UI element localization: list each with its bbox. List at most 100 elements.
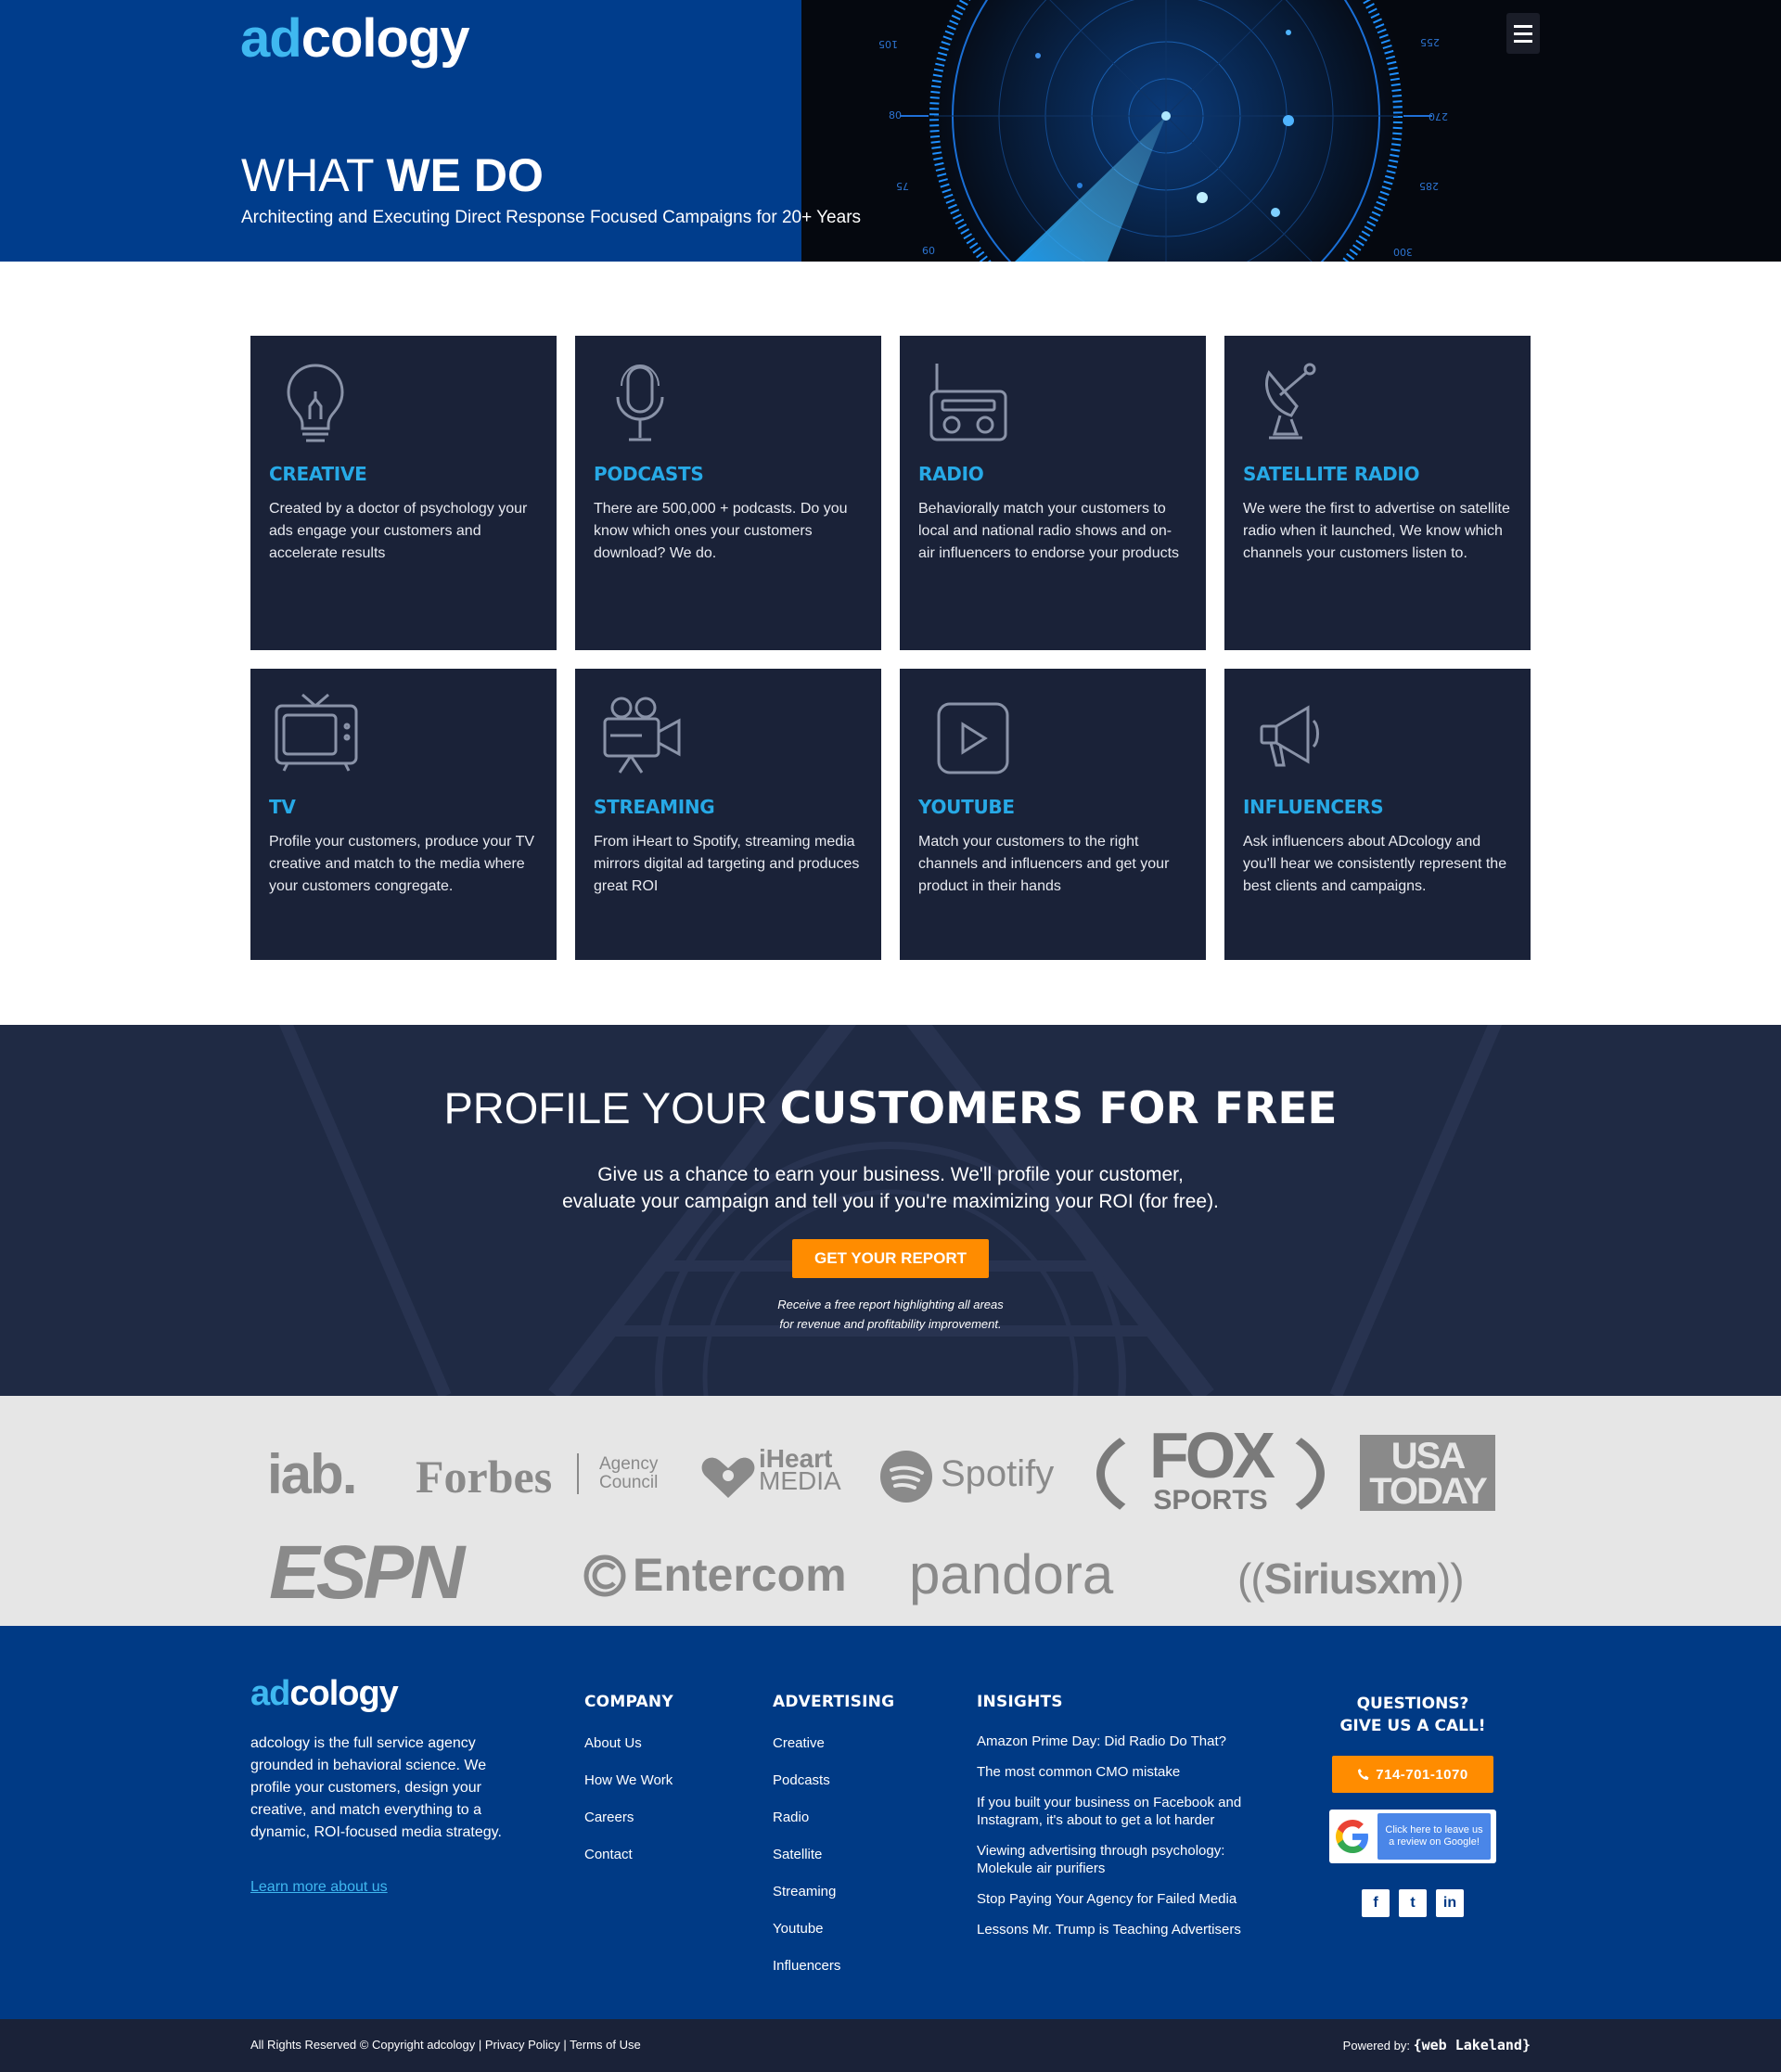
- today-text: TODAY: [1369, 1471, 1488, 1512]
- powered-by-label: Powered by:: [1342, 2039, 1410, 2053]
- radar-label: 80: [889, 109, 902, 122]
- footer-link-how-we-work[interactable]: How We Work: [584, 1771, 673, 1809]
- fox-text: FOX: [1149, 1419, 1275, 1491]
- hamburger-menu-icon[interactable]: [1506, 13, 1540, 54]
- page-subtitle: Architecting and Executing Direct Respon…: [241, 208, 862, 227]
- phone-button[interactable]: 714-701-1070: [1332, 1756, 1493, 1793]
- footer-insight-link[interactable]: Amazon Prime Day: Did Radio Do That?: [977, 1733, 1274, 1750]
- usa-text: USA: [1390, 1436, 1466, 1477]
- footer-link-creative[interactable]: Creative: [773, 1734, 894, 1771]
- footer-link-influencers[interactable]: Influencers: [773, 1957, 894, 1994]
- microphone-icon: [616, 364, 664, 441]
- radar-label: 255: [1420, 36, 1440, 48]
- google-icon: [1329, 1813, 1376, 1860]
- powered-by-brand: {web Lakeland}: [1413, 2037, 1531, 2053]
- megaphone-icon: [1260, 705, 1319, 767]
- service-card-satellite-radio[interactable]: SATELLITE RADIO We were the first to adv…: [1224, 336, 1531, 650]
- copyright-text[interactable]: All Rights Reserved © Copyright adcology…: [250, 2038, 641, 2052]
- service-card-radio[interactable]: RADIO Behaviorally match your customers …: [900, 336, 1206, 650]
- service-title: PODCASTS: [594, 463, 704, 485]
- footer-link-radio[interactable]: Radio: [773, 1809, 894, 1846]
- iab-logo: iab.: [267, 1443, 357, 1505]
- footer-link-careers[interactable]: Careers: [584, 1809, 673, 1846]
- profile-title-light: PROFILE YOUR: [443, 1083, 768, 1132]
- forbes-council-text: Council: [599, 1473, 659, 1492]
- forbes-agency-text: Agency: [599, 1454, 659, 1474]
- page-title-light: WHAT: [241, 149, 374, 201]
- service-card-podcasts[interactable]: PODCASTS There are 500,000 + podcasts. D…: [575, 336, 881, 650]
- radar-label: 270: [1429, 110, 1448, 122]
- page-title: WHAT WE DO: [241, 148, 544, 202]
- footer-insight-link[interactable]: The most common CMO mistake: [977, 1763, 1274, 1781]
- google-review-line: a review on Google!: [1389, 1836, 1480, 1848]
- iheart-media-text: MEDIA: [759, 1466, 841, 1495]
- hero-banner: 105 80 75 60 255 270 285 300 adcology WH…: [0, 0, 1781, 262]
- footer-column-title: COMPANY: [584, 1693, 673, 1711]
- entercom-logo: Entercom: [633, 1549, 847, 1601]
- footer-link-about-us[interactable]: About Us: [584, 1734, 673, 1771]
- service-description: From iHeart to Spotify, streaming media …: [594, 834, 860, 894]
- service-title: INFLUENCERS: [1243, 796, 1384, 818]
- twitter-icon[interactable]: t: [1399, 1889, 1427, 1917]
- service-title: CREATIVE: [269, 463, 367, 485]
- footer-link-contact[interactable]: Contact: [584, 1846, 673, 1883]
- logo-rest-text: cology: [301, 8, 470, 69]
- google-review-button[interactable]: Click here to leave us a review on Google…: [1329, 1810, 1496, 1863]
- footer-link-satellite[interactable]: Satellite: [773, 1846, 894, 1883]
- iheart-logo: iHeart MEDIA: [759, 1446, 841, 1495]
- service-card-youtube[interactable]: YOUTUBE Match your customers to the righ…: [900, 669, 1206, 960]
- logo-ad-text: ad: [240, 8, 302, 69]
- service-card-creative[interactable]: CREATIVE Created by a doctor of psycholo…: [250, 336, 557, 650]
- radar-label: 285: [1419, 180, 1439, 192]
- facebook-icon[interactable]: f: [1362, 1889, 1390, 1917]
- footer-insight-link[interactable]: Lessons Mr. Trump is Teaching Advertiser…: [977, 1921, 1274, 1938]
- footer-insight-link[interactable]: If you built your business on Facebook a…: [977, 1794, 1274, 1829]
- service-description: Ask influencers about ADcology and you'l…: [1243, 834, 1507, 894]
- footer-about-text: adcology is the full service agency grou…: [250, 1735, 502, 1840]
- footer-advertising-column: ADVERTISING Creative Podcasts Radio Sate…: [773, 1693, 894, 1994]
- profile-note: Receive a free report highlighting all a…: [0, 1295, 1781, 1334]
- service-description: Behaviorally match your customers to loc…: [918, 501, 1180, 561]
- service-title: TV: [269, 796, 296, 818]
- footer-logo[interactable]: adcology: [250, 1674, 399, 1714]
- lightbulb-icon: [287, 364, 344, 442]
- logo-rest-text: cology: [289, 1674, 398, 1713]
- spotify-icon: [880, 1451, 932, 1503]
- phone-icon: [1358, 1769, 1369, 1780]
- radar-image: 105 80 75 60 255 270 285 300: [801, 0, 1781, 262]
- footer-link-podcasts[interactable]: Podcasts: [773, 1771, 894, 1809]
- footer-insight-link[interactable]: Stop Paying Your Agency for Failed Media: [977, 1890, 1274, 1908]
- service-description: We were the first to advertise on satell…: [1243, 501, 1510, 561]
- powered-by[interactable]: Powered by: {web Lakeland}: [1343, 2037, 1531, 2053]
- page-title-bold: WE DO: [386, 149, 544, 201]
- linkedin-icon[interactable]: in: [1436, 1889, 1464, 1917]
- satellite-dish-icon: [1265, 363, 1316, 440]
- siriusxm-logo: ((Siriusxm)): [1237, 1554, 1465, 1603]
- pandora-logo: pandora: [909, 1543, 1114, 1605]
- phone-number: 714-701-1070: [1376, 1766, 1468, 1783]
- service-card-tv[interactable]: TV Profile your customers, produce your …: [250, 669, 557, 960]
- call-title: QUESTIONS? GIVE US A CALL!: [1299, 1693, 1527, 1737]
- radar-label: 60: [922, 245, 935, 257]
- footer-insight-link[interactable]: Viewing advertising through psychology: …: [977, 1842, 1274, 1877]
- services-grid: CREATIVE Created by a doctor of psycholo…: [250, 336, 1531, 960]
- call-title-line: QUESTIONS?: [1356, 1695, 1469, 1713]
- service-title: RADIO: [918, 463, 984, 485]
- radar-label: 75: [896, 180, 909, 192]
- service-title: SATELLITE RADIO: [1243, 463, 1420, 485]
- profile-lead: Give us a chance to earn your business. …: [0, 1161, 1781, 1215]
- service-title: YOUTUBE: [918, 796, 1015, 818]
- profile-cta-section: PROFILE YOUR CUSTOMERS FOR FREE Give us …: [0, 1025, 1781, 1396]
- forbes-divider: [577, 1453, 579, 1494]
- footer-column-title: ADVERTISING: [773, 1693, 895, 1711]
- service-card-influencers[interactable]: INFLUENCERS Ask influencers about ADcolo…: [1224, 669, 1531, 960]
- footer-link-streaming[interactable]: Streaming: [773, 1883, 894, 1920]
- learn-more-link[interactable]: Learn more about us: [250, 1879, 388, 1896]
- forbes-logo: Forbes: [416, 1451, 553, 1503]
- profile-title-bold: CUSTOMERS FOR FREE: [779, 1083, 1338, 1134]
- header-logo[interactable]: adcology: [240, 7, 470, 70]
- get-report-button[interactable]: GET YOUR REPORT: [792, 1239, 989, 1278]
- footer-link-youtube[interactable]: Youtube: [773, 1920, 894, 1957]
- service-card-streaming[interactable]: STREAMING From iHeart to Spotify, stream…: [575, 669, 881, 960]
- profile-lead-line: Give us a chance to earn your business. …: [597, 1164, 1184, 1185]
